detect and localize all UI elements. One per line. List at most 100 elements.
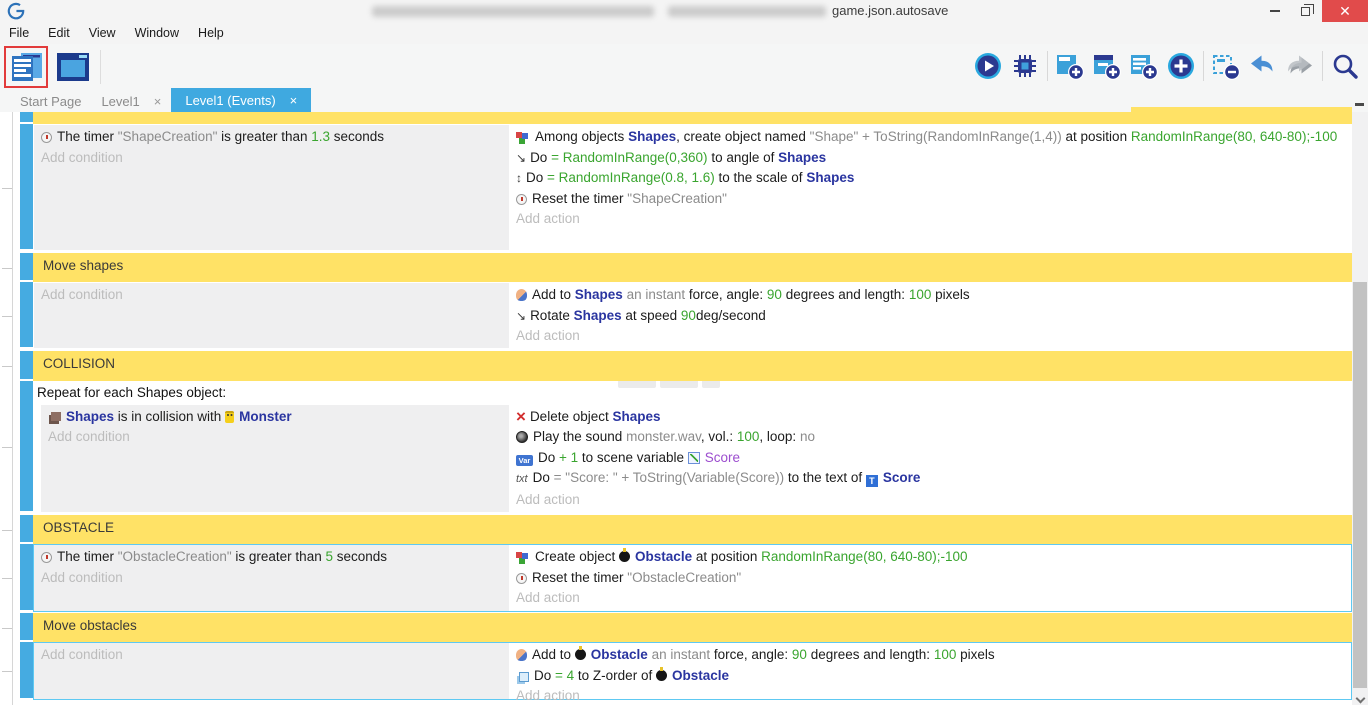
comment-handle[interactable] <box>660 381 698 388</box>
text-segment: 90 <box>792 647 807 662</box>
minimize-button[interactable] <box>1260 0 1290 22</box>
menu-help[interactable]: Help <box>198 26 224 40</box>
add-condition[interactable]: Add condition <box>41 568 501 589</box>
action-line[interactable]: Reset the timer "ObstacleCreation" <box>516 568 1343 589</box>
action-line[interactable]: ↘Rotate Shapes at speed 90deg/second <box>516 306 1343 327</box>
event-selector-bar[interactable] <box>20 253 33 280</box>
close-button[interactable]: ✕ <box>1322 0 1368 22</box>
debug-icon[interactable] <box>1010 51 1040 81</box>
object-name: Shapes <box>66 409 114 424</box>
add-subevent-icon[interactable] <box>1092 51 1122 81</box>
event-selector-bar[interactable] <box>20 124 33 249</box>
menu-view[interactable]: View <box>89 26 116 40</box>
actions-cell: Among objects Shapes, create object name… <box>509 125 1351 250</box>
add-condition[interactable]: Add condition <box>41 645 501 666</box>
action-line[interactable]: Reset the timer "ShapeCreation" <box>516 189 1343 210</box>
event-selector-bar[interactable] <box>20 351 33 379</box>
action-line[interactable]: ×Delete object Shapes <box>516 407 1343 428</box>
text-segment: 100 <box>909 287 932 302</box>
tab-close-icon[interactable]: × <box>290 93 298 108</box>
comment-text[interactable]: Move obstacles <box>33 613 1352 642</box>
add-action[interactable]: Add action <box>516 209 1343 230</box>
event-selector-bar[interactable] <box>20 515 33 542</box>
tab-level1-events-[interactable]: Level1 (Events)× <box>171 88 311 112</box>
redo-icon[interactable] <box>1285 51 1315 81</box>
event-selector-bar[interactable] <box>20 642 33 698</box>
event-selector-bar[interactable] <box>20 613 33 640</box>
text-segment: is greater than <box>217 129 311 144</box>
restore-icon <box>1301 7 1310 16</box>
add-condition[interactable]: Add condition <box>48 427 501 448</box>
comment-text[interactable]: OBSTACLE <box>33 515 1352 544</box>
comment-handle[interactable] <box>618 381 656 388</box>
search-icon[interactable] <box>1330 51 1360 81</box>
timer-icon <box>41 552 52 563</box>
event-selector-bar[interactable] <box>20 381 33 511</box>
object-name: Obstacle <box>635 549 692 564</box>
condition-line[interactable]: The timer "ShapeCreation" is greater tha… <box>41 127 501 148</box>
comment-row: Move shapes <box>0 253 1352 282</box>
action-line[interactable]: Create object Obstacle at position Rando… <box>516 547 1343 568</box>
add-action[interactable]: Add action <box>516 326 1343 347</box>
action-line[interactable]: Among objects Shapes, create object name… <box>516 127 1343 148</box>
action-line[interactable]: Add to Obstacle an instant force, angle:… <box>516 645 1343 666</box>
text-segment: Add action <box>516 211 580 226</box>
add-circle-icon[interactable] <box>1166 51 1196 81</box>
remove-event-icon[interactable] <box>1211 51 1241 81</box>
action-line[interactable]: ↘Do = RandomInRange(0,360) to angle of S… <box>516 148 1343 169</box>
action-line[interactable]: txtDo = "Score: " + ToString(Variable(Sc… <box>516 468 1343 490</box>
force-icon <box>516 289 527 301</box>
action-line[interactable]: VarDo + 1 to scene variable Score <box>516 448 1343 469</box>
comment-handle[interactable] <box>702 381 720 388</box>
add-action[interactable]: Add action <box>516 588 1343 609</box>
scrollbar-up-icon[interactable] <box>1355 103 1364 106</box>
menu-edit[interactable]: Edit <box>48 26 70 40</box>
event-row: Add condition Add to Shapes an instant fo… <box>0 282 1352 349</box>
add-action[interactable]: Add action <box>516 686 1343 705</box>
tab-close-icon[interactable]: × <box>154 94 162 109</box>
object-name: Shapes <box>806 170 854 185</box>
condition-line[interactable]: Shapes is in collision with Monster <box>48 407 501 428</box>
text-segment: deg/second <box>696 308 766 323</box>
text-segment: Add condition <box>41 570 123 585</box>
create-icon <box>516 132 522 138</box>
action-line[interactable]: Add to Shapes an instant force, angle: 9… <box>516 285 1343 306</box>
gutter-tick <box>2 316 12 317</box>
text-segment: = "Score: " + ToString(Variable(Score)) <box>554 470 784 485</box>
event-selector-bar[interactable] <box>20 544 33 610</box>
scrollbar-down-icon[interactable] <box>1356 694 1366 704</box>
partial-comment-bar <box>33 112 1352 124</box>
text-segment: 1.3 <box>311 129 330 144</box>
text-segment: + 1 <box>559 450 578 465</box>
vertical-scrollbar[interactable] <box>1352 112 1368 705</box>
events-sheet-icon[interactable] <box>8 49 46 85</box>
action-line[interactable]: Play the sound monster.wav, vol.: 100, l… <box>516 427 1343 448</box>
action-line[interactable]: ↕Do = RandomInRange(0.8, 1.6) to the sca… <box>516 168 1343 189</box>
row-body: COLLISION <box>33 351 1352 381</box>
add-condition[interactable]: Add condition <box>41 285 501 306</box>
toolbar-separator <box>1203 51 1204 81</box>
menu-file[interactable]: File <box>9 26 29 40</box>
scene-editor-icon[interactable] <box>54 49 92 85</box>
event-selector-bar[interactable] <box>20 282 33 347</box>
scrollbar-thumb[interactable] <box>1353 282 1367 688</box>
action-line[interactable]: Do = 4 to Z-order of Obstacle <box>516 666 1343 687</box>
add-comment-icon[interactable] <box>1129 51 1159 81</box>
add-event-icon[interactable] <box>1055 51 1085 81</box>
menu-window[interactable]: Window <box>135 26 179 40</box>
toolbar-separator <box>1322 51 1323 81</box>
tab-level1[interactable]: Level1× <box>91 90 171 112</box>
comment-text[interactable]: COLLISION <box>33 351 1352 381</box>
tab-start-page[interactable]: Start Page <box>10 90 91 112</box>
text-action-icon: txt <box>516 469 528 490</box>
restore-button[interactable] <box>1290 0 1320 22</box>
add-action[interactable]: Add action <box>516 490 1343 511</box>
comment-text[interactable]: Move shapes <box>33 253 1352 282</box>
text-segment: 90 <box>681 308 696 323</box>
play-icon[interactable] <box>973 51 1003 81</box>
event-selector-bar[interactable] <box>20 112 33 122</box>
condition-line[interactable]: The timer "ObstacleCreation" is greater … <box>41 547 501 568</box>
add-condition[interactable]: Add condition <box>41 148 501 169</box>
text-segment: , loop: <box>759 429 800 444</box>
undo-icon[interactable] <box>1248 51 1278 81</box>
